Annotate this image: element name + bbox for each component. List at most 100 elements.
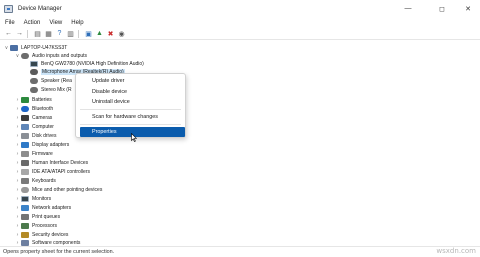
tree-item-audio[interactable]: ∨ Audio inputs and outputs: [14, 52, 87, 60]
tree-item-speaker[interactable]: Speaker (Rea: [30, 77, 72, 85]
tree-item-stereo-mix[interactable]: Stereo Mix (R: [30, 86, 72, 94]
sheet-icon[interactable]: ▥: [66, 29, 75, 38]
speaker-icon: [30, 87, 38, 93]
tree-item-cameras[interactable]: › Cameras: [14, 114, 52, 122]
status-bar: Opens property sheet for the current sel…: [0, 246, 480, 257]
tree-item-monitors[interactable]: › Monitors: [14, 195, 51, 203]
uninstall-device-icon[interactable]: ✖: [106, 29, 115, 38]
maximize-icon[interactable]: ◻: [430, 0, 454, 17]
scan-hardware-menu-item[interactable]: Scan for hardware changes: [76, 112, 185, 122]
keyboard-icon: [21, 178, 29, 184]
chevron-right-icon[interactable]: ›: [14, 169, 21, 175]
tree-item-ide[interactable]: › IDE ATA/ATAPI controllers: [14, 168, 90, 176]
toolbar-separator: [27, 29, 28, 38]
printer-icon: [21, 214, 29, 220]
tree-item-label: Print queues: [32, 214, 61, 220]
help-icon[interactable]: ?: [55, 29, 64, 38]
tree-item-network-adapters[interactable]: › Network adapters: [14, 204, 71, 212]
tree-item-label: Disk drives: [32, 133, 57, 139]
computer-icon: [10, 45, 18, 51]
chevron-right-icon[interactable]: ›: [14, 151, 21, 157]
tree-item-label: Firmware: [32, 151, 53, 157]
ide-controller-icon: [21, 169, 29, 175]
menu-action[interactable]: Action: [19, 20, 45, 26]
chevron-right-icon[interactable]: ›: [14, 160, 21, 166]
chevron-right-icon[interactable]: ›: [14, 178, 21, 184]
tree-item-disk-drives[interactable]: › Disk drives: [14, 132, 56, 140]
chevron-down-icon[interactable]: ∨: [14, 53, 21, 59]
tree-item-label: Computer: [32, 124, 54, 130]
security-device-icon: [21, 232, 29, 238]
chevron-right-icon[interactable]: ›: [14, 115, 21, 121]
chevron-right-icon[interactable]: ›: [14, 214, 21, 220]
show-hide-tree-icon[interactable]: ▤: [33, 29, 42, 38]
chevron-right-icon[interactable]: ›: [14, 232, 21, 238]
menu-help[interactable]: Help: [66, 20, 87, 26]
tree-item-processors[interactable]: › Processors: [14, 222, 57, 230]
microphone-icon: [30, 69, 38, 75]
bluetooth-icon: [21, 106, 29, 112]
speaker-icon: [21, 53, 29, 59]
chevron-right-icon[interactable]: ›: [14, 142, 21, 148]
tree-item-batteries[interactable]: › Batteries: [14, 96, 52, 104]
close-icon[interactable]: ✕: [456, 0, 480, 17]
tree-item-label: Cameras: [32, 115, 53, 121]
disable-device-icon[interactable]: ◉: [117, 29, 126, 38]
disable-device-menu-item[interactable]: Disable device: [76, 87, 185, 97]
menu-view[interactable]: View: [44, 20, 66, 26]
tree-item-mice[interactable]: › Mice and other pointing devices: [14, 186, 102, 194]
chevron-right-icon[interactable]: ›: [14, 106, 21, 112]
minimize-icon[interactable]: —: [396, 0, 420, 17]
scan-hardware-icon[interactable]: ▣: [84, 29, 93, 38]
menu-separator: [80, 109, 181, 110]
tree-item-label: Stereo Mix (R: [41, 87, 72, 93]
hid-icon: [21, 160, 29, 166]
tree-item-label: Mice and other pointing devices: [32, 187, 103, 193]
speaker-icon: [30, 78, 38, 84]
device-manager-icon: [4, 4, 13, 13]
chevron-right-icon[interactable]: ›: [14, 124, 21, 130]
tree-item-label: Processors: [32, 223, 58, 229]
chevron-right-icon[interactable]: ›: [14, 205, 21, 211]
display-adapter-icon: [21, 142, 29, 148]
tree-item-security-devices[interactable]: › Security devices: [14, 231, 68, 239]
back-arrow-icon[interactable]: ←: [4, 29, 13, 38]
watermark-logo: wsxdn.com: [436, 247, 476, 255]
forward-arrow-icon[interactable]: →: [15, 29, 24, 38]
firmware-icon: [21, 151, 29, 157]
menu-file[interactable]: File: [0, 20, 19, 26]
chevron-right-icon[interactable]: ›: [14, 223, 21, 229]
tree-item-label: Batteries: [32, 97, 52, 103]
chevron-right-icon[interactable]: ›: [14, 133, 21, 139]
computer-icon: [21, 124, 29, 130]
chevron-right-icon[interactable]: ›: [14, 187, 21, 193]
tree-item-label: Keyboards: [32, 178, 56, 184]
chevron-right-icon[interactable]: ›: [14, 196, 21, 202]
tree-item-bluetooth[interactable]: › Bluetooth: [14, 105, 53, 113]
battery-icon: [21, 97, 29, 103]
chevron-right-icon[interactable]: ›: [14, 97, 21, 103]
update-driver-icon[interactable]: ▲: [95, 29, 104, 38]
device-manager-window: Device Manager — ◻ ✕ File Action View He…: [0, 0, 480, 257]
update-driver-menu-item[interactable]: Update driver: [76, 76, 185, 86]
chevron-down-icon[interactable]: ∨: [3, 45, 10, 51]
tree-item-label: Human Interface Devices: [32, 160, 89, 166]
uninstall-device-menu-item[interactable]: Uninstall device: [76, 97, 185, 107]
tree-root[interactable]: ∨ LAPTOP-U47KSS3T: [3, 44, 67, 52]
tree-item-keyboards[interactable]: › Keyboards: [14, 177, 56, 185]
tree-root-label: LAPTOP-U47KSS3T: [21, 45, 68, 51]
properties-sheet-icon[interactable]: ▦: [44, 29, 53, 38]
tree-item-label: BenQ GW2780 (NVIDIA High Definition Audi…: [41, 61, 144, 67]
monitor-audio-icon: [30, 61, 38, 67]
monitor-icon: [21, 196, 29, 202]
tree-item-display-adapters[interactable]: › Display adapters: [14, 141, 69, 149]
tree-item-label: IDE ATA/ATAPI controllers: [32, 169, 90, 175]
tree-item-firmware[interactable]: › Firmware: [14, 150, 53, 158]
toolbar: ← → ▤ ▦ ? ▥ ▣ ▲ ✖ ◉: [0, 28, 480, 40]
processor-icon: [21, 223, 29, 229]
tree-item-hid[interactable]: › Human Interface Devices: [14, 159, 88, 167]
tree-item-print-queues[interactable]: › Print queues: [14, 213, 60, 221]
tree-item-benq[interactable]: BenQ GW2780 (NVIDIA High Definition Audi…: [30, 60, 144, 68]
tree-item-computer[interactable]: › Computer: [14, 123, 54, 131]
context-menu: Update driver Disable device Uninstall d…: [75, 73, 186, 138]
